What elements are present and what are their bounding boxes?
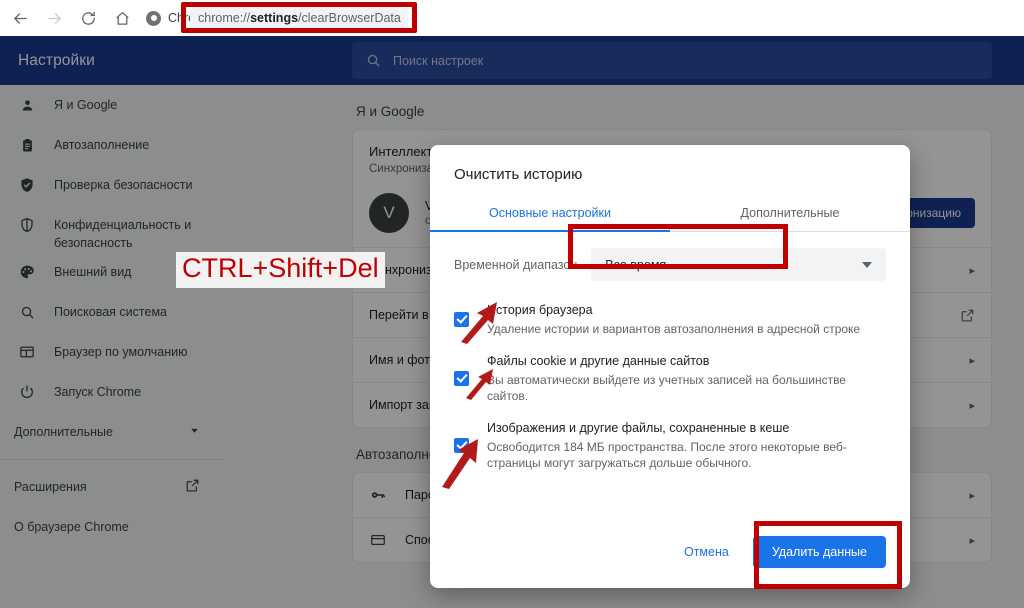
option-title: История браузера [487, 303, 593, 317]
time-range-value: Все время [605, 257, 667, 272]
back-button[interactable] [6, 4, 34, 32]
tab-basic[interactable]: Основные настройки [430, 196, 670, 231]
dialog-footer: Отмена Удалить данные [430, 536, 910, 588]
chrome-icon [146, 10, 161, 26]
dialog-tabs: Основные настройки Дополнительные [430, 196, 910, 232]
chevron-down-icon [862, 261, 872, 268]
url-emphasis: settings [250, 10, 299, 25]
time-range-select[interactable]: Все время [591, 248, 886, 281]
forward-button[interactable] [40, 4, 68, 32]
time-range-label: Временной диапазон [454, 257, 578, 272]
tab-active-underline [430, 230, 670, 232]
option-title: Изображения и другие файлы, сохраненные … [487, 421, 790, 435]
option-description: Освободится 184 МБ пространства. После э… [487, 440, 847, 470]
url-scheme: chrome:// [198, 10, 251, 25]
options-list: История браузера Удаление истории и вари… [430, 281, 910, 486]
option-cookies[interactable]: Файлы cookie и другие данные сайтов Вы а… [454, 352, 886, 404]
screenshot-root: Настройки Поиск настроек Я и Google Авто… [0, 0, 1024, 608]
clear-browsing-data-dialog: Очистить историю Основные настройки Допо… [430, 145, 910, 588]
home-button[interactable] [108, 4, 136, 32]
arrow-up-right-icon [442, 439, 478, 489]
option-cached-files[interactable]: Изображения и другие файлы, сохраненные … [454, 419, 886, 471]
option-description: Удаление истории и вариантов автозаполне… [487, 322, 861, 336]
reload-button[interactable] [74, 4, 102, 32]
option-browsing-history[interactable]: История браузера Удаление истории и вари… [454, 301, 886, 337]
dialog-spacer [430, 486, 910, 536]
dialog-title: Очистить историю [454, 166, 583, 183]
option-title: Файлы cookie и другие данные сайтов [487, 354, 710, 368]
delete-data-button[interactable]: Удалить данные [752, 536, 886, 568]
arrow-up-right-icon [461, 302, 497, 344]
cancel-button[interactable]: Отмена [670, 537, 743, 567]
tab-advanced[interactable]: Дополнительные [670, 196, 910, 231]
arrow-up-right-icon [466, 369, 493, 400]
url-rest: /clearBrowserData [298, 10, 401, 25]
browser-toolbar: Chrome chrome://settings/clearBrowserDat… [0, 0, 1024, 36]
address-bar[interactable]: chrome://settings/clearBrowserData [190, 7, 408, 28]
time-range-row: Временной диапазон Все время [430, 232, 910, 281]
keyboard-shortcut-annotation: CTRL+Shift+Del [176, 252, 385, 288]
option-description: Вы автоматически выйдете из учетных запи… [487, 373, 846, 403]
